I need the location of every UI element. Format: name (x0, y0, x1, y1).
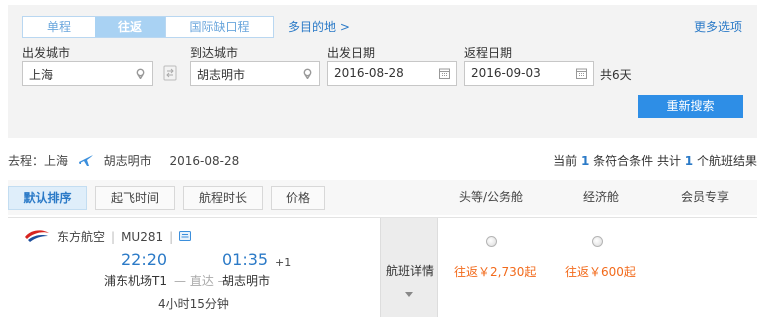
return-date-value: 2016-09-03 (471, 66, 541, 80)
aircraft-info-icon[interactable] (179, 231, 192, 242)
column-business-class: 头等/公务舱 (459, 190, 524, 204)
column-economy: 经济舱 (583, 190, 620, 204)
depart-date-field[interactable]: 2016-08-28 (327, 61, 457, 86)
calendar-icon (576, 68, 587, 79)
sort-duration-button[interactable]: 航程时长 (183, 186, 263, 210)
route-summary: 去程：上海 胡志明市 2016-08-28 (8, 152, 239, 169)
tab-round-trip[interactable]: 往返 (95, 17, 165, 37)
flight-details-button[interactable]: 航班详情 (380, 218, 438, 317)
trip-days: 共6天 (600, 68, 632, 82)
depart-city-field[interactable]: 上海 (22, 61, 153, 86)
location-pin-icon (136, 68, 145, 79)
research-button[interactable]: 重新搜索 (638, 95, 743, 118)
total-count: 1 (684, 154, 694, 168)
economy-price[interactable]: 往返￥600起 (565, 263, 636, 280)
departure-airport: 浦东机场T1 (104, 274, 167, 288)
arrive-city-field[interactable]: 胡志明市 (190, 61, 320, 86)
airline-name: 东方航空 (57, 230, 106, 244)
arrive-city-value: 胡志明市 (197, 68, 246, 82)
arrival-airport: 胡志明市 (222, 274, 271, 288)
swap-cities-icon[interactable] (163, 64, 177, 82)
business-class-price[interactable]: 往返￥2,730起 (454, 263, 536, 280)
flight-duration: 4小时15分钟 (158, 297, 229, 311)
chevron-down-icon (405, 292, 413, 297)
depart-city-value: 上海 (29, 68, 54, 82)
column-member-exclusive: 会员专享 (681, 190, 730, 204)
day-offset: +1 (275, 256, 292, 269)
china-eastern-logo-icon (25, 230, 49, 242)
return-date-field[interactable]: 2016-09-03 (464, 61, 594, 86)
trip-type-tabs: 单程 往返 国际缺口程 (22, 16, 274, 38)
flight-details-label: 航班详情 (386, 264, 435, 278)
result-count: 当前 1 条符合条件 共计 1 个航班结果 (553, 152, 757, 169)
airline-info: 东方航空 | MU281 | (57, 228, 192, 245)
location-pin-icon (303, 68, 312, 79)
tab-open-jaw[interactable]: 国际缺口程 (165, 17, 273, 37)
flight-number: MU281 (121, 230, 164, 244)
return-date-label: 返程日期 (464, 46, 513, 60)
economy-radio[interactable] (592, 236, 603, 247)
departure-time: 22:20 (121, 250, 168, 269)
business-class-radio[interactable] (486, 236, 497, 247)
airplane-icon (78, 155, 93, 166)
sort-price-button[interactable]: 价格 (271, 186, 325, 210)
route-prefix: 去程：上海 (8, 154, 69, 168)
count-suffix: 个航班结果 (696, 154, 757, 168)
sort-default-button[interactable]: 默认排序 (8, 186, 87, 210)
count-prefix: 当前 (553, 154, 578, 168)
arrival-time: 01:35 (222, 250, 269, 269)
route-to-city: 胡志明市 (103, 154, 152, 168)
route-date: 2016-08-28 (169, 154, 240, 168)
multi-city-link[interactable]: 多目的地 > (288, 18, 350, 35)
sort-departure-time-button[interactable]: 起飞时间 (95, 186, 175, 210)
depart-city-label: 出发城市 (22, 46, 71, 60)
calendar-icon (439, 68, 450, 79)
more-options-link[interactable]: 更多选项 (694, 18, 742, 35)
depart-date-label: 出发日期 (327, 46, 376, 60)
tab-one-way[interactable]: 单程 (23, 17, 95, 37)
match-count: 1 (580, 154, 590, 168)
count-middle: 条符合条件 共计 (593, 154, 681, 168)
depart-date-value: 2016-08-28 (334, 66, 404, 80)
direct-text: 直达 (189, 274, 214, 288)
arrive-city-label: 到达城市 (190, 46, 239, 60)
